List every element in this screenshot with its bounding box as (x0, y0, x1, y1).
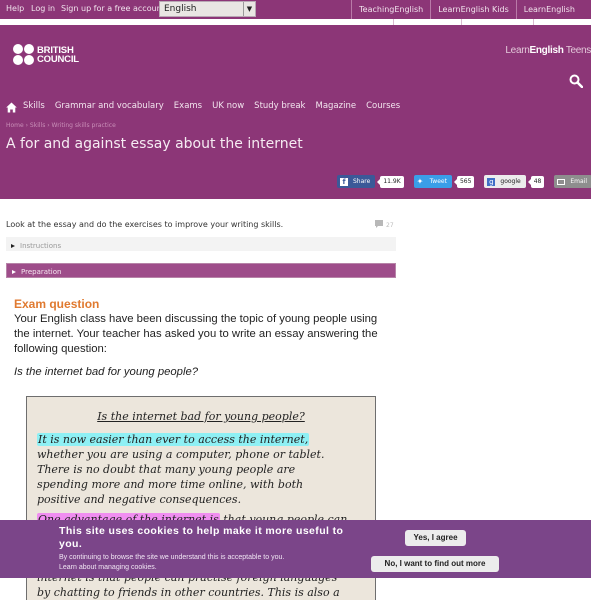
chevron-down-icon: ▼ (243, 2, 255, 16)
breadcrumb[interactable]: Home › Skills › Writing skills practice (6, 122, 116, 129)
essay-title: Is the internet bad for young people? (97, 410, 305, 423)
exam-question: Is the internet bad for young people? (14, 366, 199, 378)
twitter-share-count: 565 (453, 175, 475, 188)
twitter-tweet-button[interactable]: ✦ Tweet (413, 175, 452, 188)
manage-cookies-link[interactable]: Learn about managing cookies. (59, 563, 369, 573)
login-link[interactable]: Log in (31, 4, 55, 13)
nav-grammar-vocabulary[interactable]: Grammar and vocabulary (55, 101, 164, 111)
language-select[interactable]: English ▼ (159, 1, 256, 17)
google-label: google (500, 178, 521, 185)
accept-cookies-button[interactable]: Yes, I agree (405, 530, 466, 546)
google-share-button[interactable]: g google (484, 175, 526, 188)
signup-link[interactable]: Sign up for a free account (61, 4, 165, 13)
cookie-text-line: By continuing to browse the site we unde… (59, 554, 285, 561)
share-label: Share (353, 178, 371, 185)
expand-triangle-icon (12, 270, 16, 274)
share-bar: f Share 11.9K ✦ Tweet 565 g google 48 Em… (337, 175, 600, 188)
language-selected: English (164, 4, 197, 14)
logo-line2: COUNCIL (37, 53, 79, 65)
page: Help Log in Sign up for a free account E… (0, 0, 600, 600)
comments-link[interactable]: 27 (375, 220, 394, 229)
exam-question-text: Your English class have been discussing … (14, 313, 378, 355)
nav-magazine[interactable]: Magazine (315, 101, 356, 111)
email-icon (557, 178, 566, 185)
find-out-more-button[interactable]: No, I want to find out more (371, 556, 499, 572)
exam-question-heading: Exam question (14, 297, 100, 311)
learnenglish-teens-brand[interactable]: LearnEnglish Teens (505, 45, 591, 56)
cookie-title: This site uses cookies to help make it m… (59, 525, 344, 550)
email-share-button[interactable]: Email (554, 175, 593, 188)
search-icon[interactable] (569, 74, 583, 88)
cookie-banner: This site uses cookies to help make it m… (0, 520, 591, 578)
cookie-text: By continuing to browse the site we unde… (59, 553, 369, 573)
comment-count: 27 (386, 222, 394, 229)
brand-bold: English (529, 45, 564, 56)
google-share-count: 48 (527, 175, 545, 188)
essay-line: positive and negative consequences. (37, 493, 242, 506)
site-link-teachingenglish[interactable]: TeachingEnglish (351, 0, 430, 19)
site-header: BRITISH COUNCIL LearnEnglish Teens Skill… (0, 25, 600, 199)
accordion-preparation[interactable]: Preparation (6, 263, 396, 278)
site-links: TeachingEnglish LearnEnglish Kids LearnE… (351, 0, 582, 19)
intro-text: Look at the essay and do the exercises t… (6, 220, 284, 229)
nav-uk-now[interactable]: UK now (212, 101, 244, 111)
essay-line: whether you are using a computer, phone … (37, 448, 325, 461)
facebook-share-button[interactable]: f Share (337, 175, 376, 188)
tweet-label: Tweet (429, 178, 447, 185)
essay-line: There is no doubt that many young people… (37, 463, 296, 476)
essay-line: by chatting to friends in other countrie… (37, 586, 340, 599)
facebook-share-count: 11.9K (377, 175, 404, 188)
accordion-instructions[interactable]: Instructions (6, 237, 396, 251)
accordion-label: Preparation (21, 268, 62, 276)
essay-line: spending more and more time online, with… (37, 478, 304, 491)
comment-icon (375, 220, 383, 228)
essay-highlight-intro: It is now easier than ever to access the… (37, 433, 310, 446)
brand-post: Teens (563, 45, 591, 56)
nav-courses[interactable]: Courses (366, 101, 400, 111)
right-margin (591, 0, 600, 600)
email-label: Email (570, 178, 588, 185)
site-link-learnenglish-kids[interactable]: LearnEnglish Kids (430, 0, 516, 19)
main-nav: Skills Grammar and vocabulary Exams UK n… (6, 98, 410, 113)
help-link[interactable]: Help (6, 4, 24, 13)
brand-pre: Learn (505, 45, 530, 56)
nav-study-break[interactable]: Study break (254, 101, 305, 111)
logo-text: BRITISH COUNCIL (37, 45, 79, 65)
google-icon: g (487, 177, 496, 186)
nav-exams[interactable]: Exams (174, 101, 202, 111)
expand-triangle-icon (11, 243, 15, 248)
site-link-learnenglish[interactable]: LearnEnglish (515, 0, 582, 19)
essay-line: It is now easier than ever to access the… (37, 433, 310, 446)
home-icon[interactable] (6, 102, 17, 113)
nav-skills[interactable]: Skills (23, 101, 45, 111)
logo-dots-icon (13, 44, 34, 65)
twitter-icon: ✦ (416, 176, 424, 186)
page-title: A for and against essay about the intern… (6, 136, 303, 152)
utility-bar: Help Log in Sign up for a free account E… (0, 0, 591, 19)
british-council-logo[interactable]: BRITISH COUNCIL (13, 44, 79, 65)
accordion-label: Instructions (20, 241, 62, 250)
facebook-icon: f (340, 177, 348, 186)
